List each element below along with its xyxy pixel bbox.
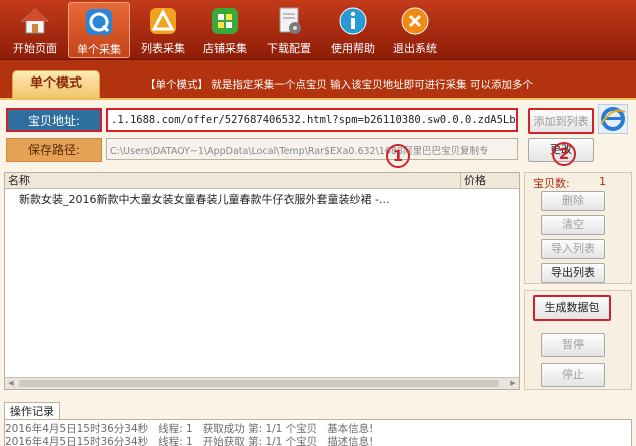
list-actions-panel: 宝贝数: 1 删除 清空 导入列表 导出列表	[524, 172, 632, 284]
add-to-list-button[interactable]: 添加到列表	[528, 108, 594, 134]
main-content: 宝贝地址: .1.1688.com/offer/527687406532.htm…	[0, 98, 636, 446]
help-icon	[339, 7, 367, 35]
toolbar-exit-label: 退出系统	[393, 42, 437, 55]
marker-1: 1	[386, 144, 410, 168]
scroll-right-icon[interactable]: ▶	[507, 378, 519, 389]
item-count-value: 1	[599, 175, 606, 188]
mode-bar: 单个模式 【单个模式】 就是指定采集一个点宝贝 输入该宝贝地址即可进行采集 可以…	[0, 60, 636, 98]
column-header-price[interactable]: 价格	[461, 173, 519, 189]
url-label: 宝贝地址:	[6, 108, 102, 132]
scrollbar-thumb[interactable]	[19, 380, 499, 387]
export-list-button[interactable]: 导出列表	[541, 263, 605, 283]
stop-button[interactable]: 停止	[541, 363, 605, 387]
shop-collect-icon	[212, 8, 238, 34]
table-row[interactable]: 新款女装_2016新款中大童女装女童春装儿童春款牛仔衣服外套童装纱裙 -...	[19, 191, 389, 207]
toolbar-home-label: 开始页面	[13, 42, 57, 55]
toolbar-help-button[interactable]: 使用帮助	[322, 2, 384, 58]
log-action: 开始获取 第: 1/1 个宝贝	[202, 436, 318, 446]
single-collect-icon	[86, 9, 112, 35]
toolbar-shop-label: 店铺采集	[203, 42, 247, 55]
marker-2: 2	[552, 142, 576, 166]
item-count-label: 宝贝数:	[533, 177, 570, 190]
download-config-icon	[279, 7, 301, 34]
main-toolbar: 开始页面 单个采集 列表采集 店铺采集 下载配置 使用帮助 退出系统	[0, 0, 636, 60]
log-time: 2016年4月5日15时36分34秒	[5, 436, 149, 446]
toolbar-single-label: 单个采集	[77, 43, 121, 56]
toolbar-exit-button[interactable]: 退出系统	[384, 2, 446, 58]
toolbar-download-config-button[interactable]: 下载配置	[258, 2, 320, 58]
toolbar-single-button[interactable]: 单个采集	[68, 2, 130, 58]
log-thread: 线程: 1	[158, 436, 193, 446]
toolbar-help-label: 使用帮助	[331, 42, 375, 55]
item-table: 名称 价格 新款女装_2016新款中大童女装女童春装儿童春款牛仔衣服外套童装纱裙…	[4, 172, 520, 390]
mode-description: 【单个模式】 就是指定采集一个点宝贝 输入该宝贝地址即可进行采集 可以添加多个	[145, 79, 534, 91]
toolbar-list-button[interactable]: 列表采集	[132, 2, 194, 58]
generate-panel: 生成数据包 暂停 停止	[524, 290, 632, 390]
toolbar-shop-button[interactable]: 店铺采集	[194, 2, 256, 58]
tab-single-mode[interactable]: 单个模式	[12, 70, 100, 98]
log-info: 描述信息!	[327, 436, 374, 446]
generate-package-button[interactable]: 生成数据包	[533, 295, 611, 321]
save-path-field[interactable]: C:\Users\DATAOY~1\AppData\Local\Temp\Rar…	[106, 138, 518, 160]
url-input[interactable]: .1.1688.com/offer/527687406532.html?spm=…	[106, 108, 518, 132]
toolbar-download-config-label: 下载配置	[267, 42, 311, 55]
column-header-name[interactable]: 名称	[5, 173, 461, 189]
scroll-left-icon[interactable]: ◀	[5, 378, 17, 389]
import-list-button[interactable]: 导入列表	[541, 239, 605, 259]
log-line: 2016年4月5日15时36分34秒 线程: 1 开始获取 第: 1/1 个宝贝 描述…	[5, 434, 383, 446]
home-icon	[20, 8, 50, 34]
browser-icon[interactable]	[598, 104, 628, 134]
horizontal-scrollbar[interactable]: ◀ ▶	[5, 377, 519, 389]
delete-button[interactable]: 删除	[541, 191, 605, 211]
list-collect-icon	[150, 8, 176, 34]
save-path-label: 保存路径:	[6, 138, 102, 162]
toolbar-list-label: 列表采集	[141, 42, 185, 55]
tab-operation-log[interactable]: 操作记录	[4, 402, 60, 420]
toolbar-home-button[interactable]: 开始页面	[4, 2, 66, 58]
clear-button[interactable]: 清空	[541, 215, 605, 235]
exit-icon	[401, 7, 429, 35]
pause-button[interactable]: 暂停	[541, 333, 605, 357]
operation-log: 2016年4月5日15时36分34秒 线程: 1 获取成功 第: 1/1 个宝贝 基本…	[4, 419, 632, 446]
